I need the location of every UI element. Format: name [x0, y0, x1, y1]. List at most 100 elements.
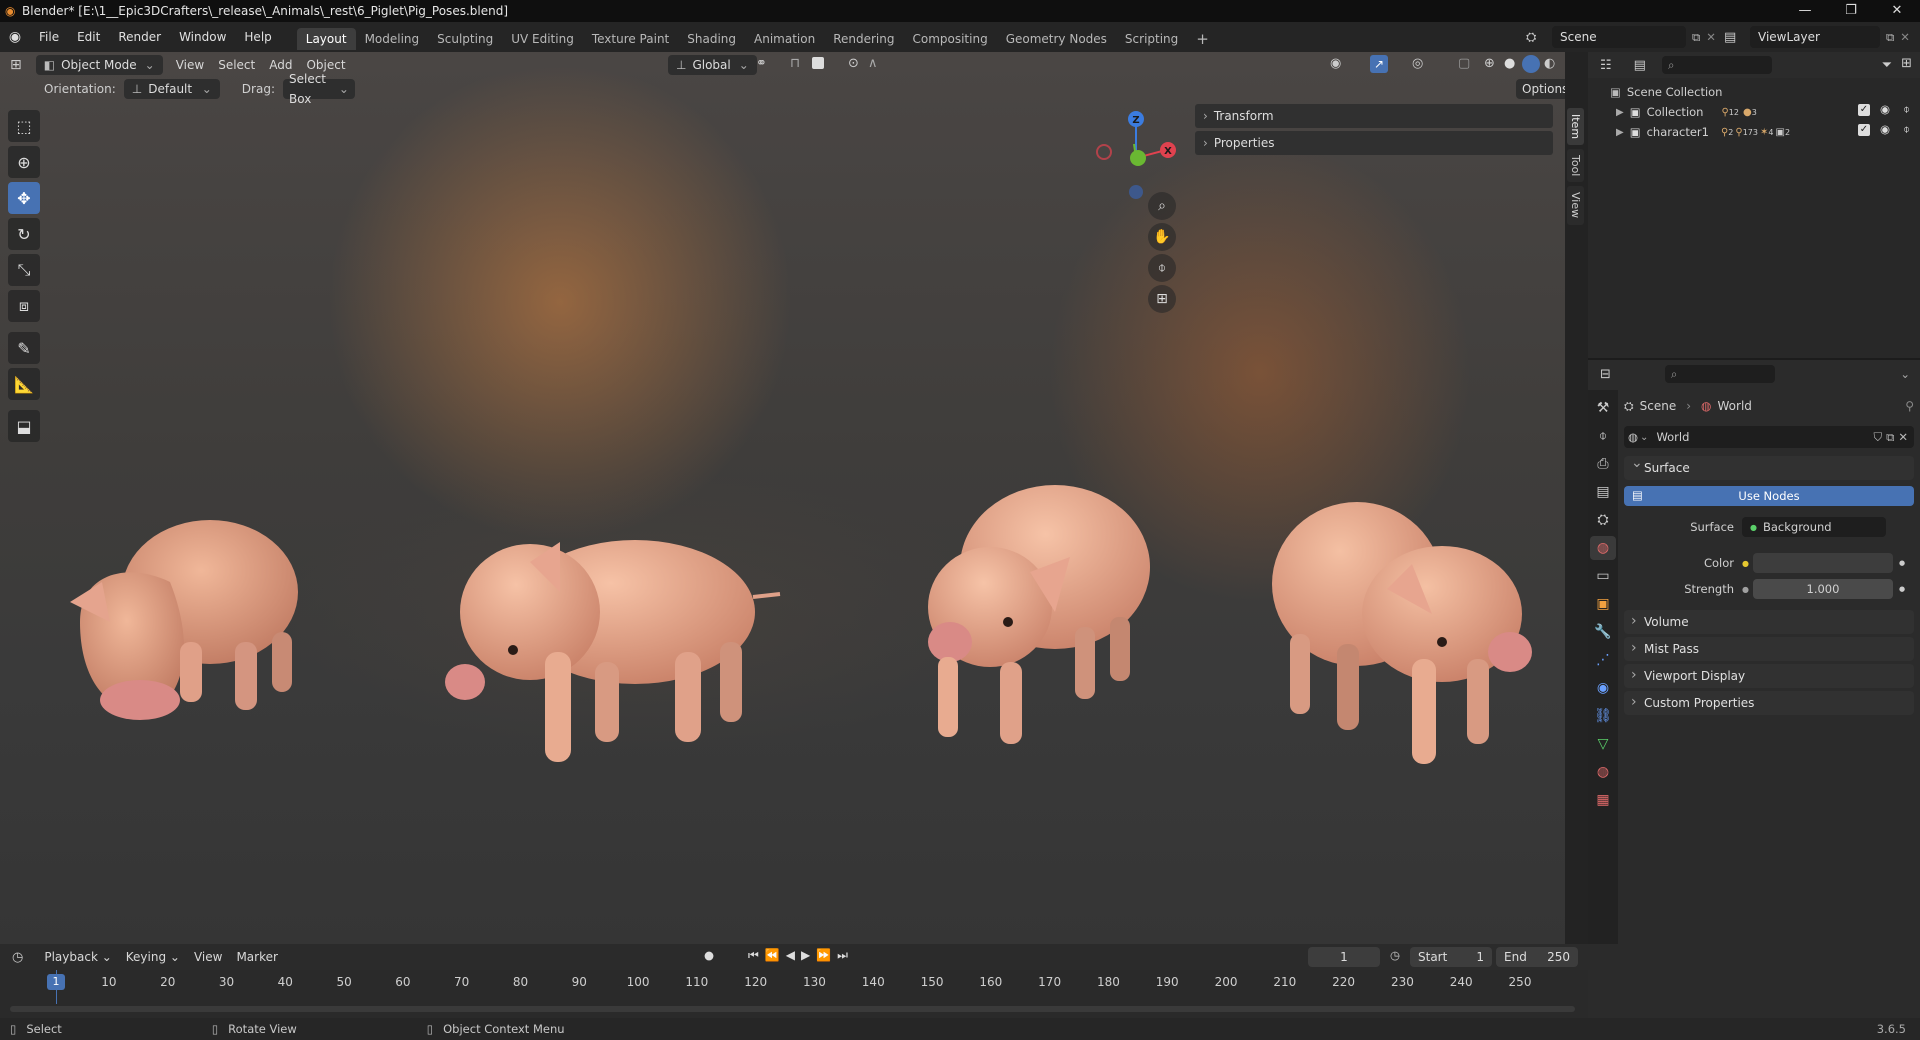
playback-controls[interactable]: ⏮⏪◀▶⏩⏭	[748, 948, 854, 963]
gizmo-toggle-icon[interactable]: ↗	[1370, 55, 1388, 73]
tab-scripting[interactable]: Scripting	[1116, 28, 1187, 50]
grid-perspective-icon[interactable]: ⊞	[1148, 285, 1176, 313]
piglet-model-4[interactable]	[1262, 484, 1542, 774]
outliner-editor-icon[interactable]: ☷	[1600, 58, 1612, 73]
world-tab-icon[interactable]: ◍	[1590, 536, 1616, 560]
new-collection-icon[interactable]: ⊞	[1901, 56, 1912, 71]
delete-viewlayer-icon[interactable]: ✕	[1900, 30, 1910, 44]
new-viewlayer-icon[interactable]: ⧉	[1886, 30, 1894, 45]
menu-render[interactable]: Render	[109, 22, 170, 52]
camera-icon[interactable]: ⌽	[1148, 254, 1176, 282]
menu-window[interactable]: Window	[170, 22, 235, 52]
timeline-editor-icon[interactable]: ◷	[12, 950, 23, 965]
menu-view[interactable]: View	[187, 950, 229, 964]
playhead[interactable]: 1	[47, 974, 65, 990]
collection-tab-icon[interactable]: ▭	[1590, 564, 1616, 588]
outliner-row-character1[interactable]: ▶ ▣ character1 ⚲ 2 ⚲ 173 ✶ 4 ▣ 2 ✓ ◉ ⌽	[1588, 122, 1920, 142]
constraints-tab-icon[interactable]: ⛓	[1590, 704, 1616, 728]
pan-hand-icon[interactable]: ✋	[1148, 223, 1176, 251]
tab-texture-paint[interactable]: Texture Paint	[583, 28, 678, 50]
overlays-icon[interactable]: ◎	[1412, 56, 1423, 71]
modifier-tab-icon[interactable]: 🔧	[1590, 620, 1616, 644]
minimize-button[interactable]: —	[1782, 0, 1828, 22]
eye-icon[interactable]: ◉	[1880, 102, 1890, 116]
menu-playback[interactable]: Playback ⌄	[37, 950, 118, 964]
outliner-search-input[interactable]: ⌕	[1661, 56, 1772, 74]
solid-shading-icon[interactable]: ●	[1504, 56, 1515, 71]
add-cube-tool[interactable]: ⬓	[8, 410, 40, 442]
world-datablock[interactable]: ◍ ⌄ World ⛉ ⧉ ✕	[1624, 426, 1914, 448]
output-tab-icon[interactable]: ⎙	[1590, 452, 1616, 476]
tab-geometry-nodes[interactable]: Geometry Nodes	[997, 28, 1116, 50]
transform-tool[interactable]: ⧈	[8, 290, 40, 322]
start-frame-field[interactable]: Start 1	[1410, 947, 1492, 967]
texture-tab-icon[interactable]: ▦	[1590, 788, 1616, 812]
measure-tool[interactable]: 📐	[8, 368, 40, 400]
timeline-scrollbar[interactable]	[10, 1006, 1575, 1012]
transform-orientation-selector[interactable]: ⊥ Global ⌄	[668, 55, 757, 75]
scale-tool[interactable]: ⤡	[8, 254, 40, 286]
mist-pass-panel-header[interactable]: Mist Pass	[1624, 636, 1914, 661]
physics-tab-icon[interactable]: ◉	[1590, 676, 1616, 700]
tab-modeling[interactable]: Modeling	[356, 28, 429, 50]
visibility-icon[interactable]: ◉	[1330, 56, 1341, 71]
tab-tool[interactable]: Tool	[1567, 149, 1584, 183]
menu-help[interactable]: Help	[235, 22, 280, 52]
tab-rendering[interactable]: Rendering	[824, 28, 903, 50]
display-mode-icon[interactable]: ▤	[1634, 58, 1646, 73]
blender-menu-icon[interactable]: ◉	[0, 29, 30, 45]
expand-arrow-icon[interactable]: ▶	[1616, 107, 1624, 118]
volume-panel-header[interactable]: Volume	[1624, 609, 1914, 634]
wireframe-shading-icon[interactable]: ⊕	[1484, 56, 1495, 71]
add-workspace-button[interactable]: +	[1187, 28, 1218, 50]
scene-field[interactable]: Scene	[1552, 26, 1686, 48]
tab-layout[interactable]: Layout	[296, 28, 356, 50]
menu-keying[interactable]: Keying ⌄	[119, 950, 187, 964]
keyframe-dot-icon[interactable]: ●	[1899, 585, 1905, 593]
options-dropdown[interactable]: Options	[1516, 79, 1565, 99]
viewlayer-icon[interactable]: ▤	[1724, 30, 1750, 45]
close-button[interactable]: ✕	[1874, 0, 1920, 22]
drag-dropdown[interactable]: Select Box ⌄	[282, 72, 355, 106]
properties-panel[interactable]: › Properties	[1195, 131, 1553, 155]
editor-type-icon[interactable]: ⊞	[10, 57, 22, 73]
cursor-tool[interactable]: ⊕	[8, 146, 40, 178]
color-socket-icon[interactable]: ●	[1742, 559, 1749, 568]
gizmo-neg-z-axis[interactable]	[1129, 185, 1143, 199]
world-name-field[interactable]: World	[1656, 430, 1689, 444]
pivot-point-icon[interactable]: ⚭	[756, 56, 767, 71]
tab-uv-editing[interactable]: UV Editing	[502, 28, 583, 50]
exclude-checkbox[interactable]: ✓	[1858, 104, 1870, 116]
menu-file[interactable]: File	[30, 22, 68, 52]
render-camera-icon[interactable]: ⌽	[1903, 102, 1910, 117]
piglet-model-1[interactable]	[40, 492, 310, 732]
end-frame-field[interactable]: End 250	[1496, 947, 1578, 967]
tab-item[interactable]: Item	[1567, 108, 1584, 146]
filter-icon[interactable]: ⏷	[1882, 58, 1892, 73]
chevron-down-icon[interactable]: ⌄	[1900, 367, 1910, 381]
proportional-edit-icon[interactable]: ⊙	[848, 56, 859, 71]
menu-view[interactable]: View	[169, 58, 211, 72]
eye-icon[interactable]: ◉	[1880, 122, 1890, 136]
mode-selector[interactable]: ◧ Object Mode ⌄	[35, 55, 163, 75]
fake-user-shield-icon[interactable]: ⛉	[1874, 430, 1883, 445]
scene-tab-icon[interactable]: ⛭	[1590, 508, 1616, 532]
render-camera-icon[interactable]: ⌽	[1903, 122, 1910, 137]
properties-editor-icon[interactable]: ⊟	[1600, 367, 1611, 382]
menu-marker[interactable]: Marker	[229, 950, 284, 964]
exclude-checkbox[interactable]: ✓	[1858, 124, 1870, 136]
material-preview-icon[interactable]	[1522, 55, 1540, 73]
use-nodes-button[interactable]: ▤ Use Nodes	[1624, 486, 1914, 506]
tool-tab-icon[interactable]: ⚒	[1590, 396, 1616, 420]
strength-field[interactable]: 1.000	[1752, 579, 1893, 599]
view-layer-tab-icon[interactable]: ▤	[1590, 480, 1616, 504]
annotate-tool[interactable]: ✎	[8, 332, 40, 364]
3d-viewport[interactable]: ⊞ ◧ Object Mode ⌄ View Select Add Object…	[0, 52, 1565, 944]
tab-shading[interactable]: Shading	[678, 28, 745, 50]
tab-sculpting[interactable]: Sculpting	[428, 28, 502, 50]
tab-animation[interactable]: Animation	[745, 28, 824, 50]
outliner-row-scene-collection[interactable]: ▣ Scene Collection	[1588, 82, 1920, 102]
expand-arrow-icon[interactable]: ▶	[1616, 127, 1624, 138]
orientation-dropdown[interactable]: ⊥ Default ⌄	[123, 79, 220, 99]
rendered-shading-icon[interactable]: ◐	[1544, 56, 1555, 71]
